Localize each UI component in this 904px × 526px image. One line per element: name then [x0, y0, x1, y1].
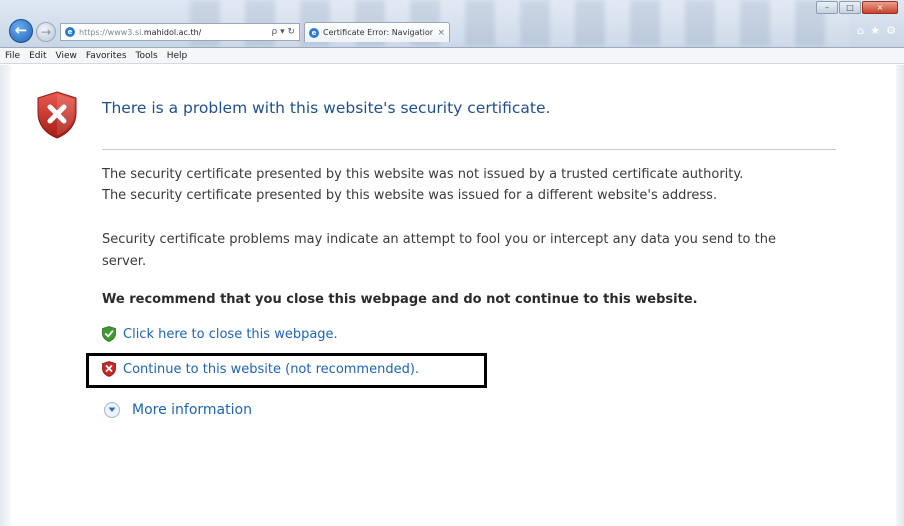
menu-edit[interactable]: Edit	[29, 51, 46, 61]
home-icon[interactable]: ⌂	[857, 24, 864, 37]
window-buttons: – □ ×	[816, 1, 898, 14]
menu-favorites[interactable]: Favorites	[86, 51, 127, 61]
highlight-box	[86, 353, 487, 388]
back-button[interactable]: ←	[9, 19, 33, 43]
close-webpage-link-text[interactable]: Click here to close this webpage.	[123, 327, 338, 342]
page-content: There is a problem with this website's s…	[0, 65, 904, 526]
settings-icon[interactable]: ⚙	[886, 24, 896, 37]
address-url-prefix: https://www3.si.	[79, 27, 144, 37]
tab-close-icon[interactable]: ×	[433, 28, 449, 38]
browser-chrome: ← → e https://www3.si. mahidol.ac.th/ ρ …	[0, 0, 904, 48]
left-frame	[0, 65, 11, 526]
recommendation-text: We recommend that you close this webpage…	[102, 292, 698, 307]
close-webpage-link[interactable]: Click here to close this webpage.	[102, 326, 338, 342]
maximize-button[interactable]: □	[839, 1, 861, 14]
address-url-domain: mahidol.ac.th/	[143, 27, 202, 37]
toolbar-icons: ⌂ ★ ⚙	[857, 24, 896, 37]
tab-title: Certificate Error: Navigation...	[323, 28, 434, 37]
tab-certificate-error[interactable]: e Certificate Error: Navigation... ×	[304, 22, 450, 42]
shield-check-icon	[102, 326, 116, 342]
close-window-button[interactable]: ×	[862, 1, 898, 14]
ie-page-icon: e	[65, 27, 75, 37]
chevron-down-icon[interactable]	[104, 402, 120, 418]
tab-ie-icon: e	[309, 27, 319, 38]
divider	[102, 149, 836, 150]
warning-text-risk: Security certificate problems may indica…	[102, 232, 776, 247]
right-frame	[896, 65, 904, 526]
menu-file[interactable]: File	[5, 51, 20, 61]
warning-text-untrusted: The security certificate presented by th…	[102, 167, 744, 182]
page-title: There is a problem with this website's s…	[102, 99, 551, 117]
minimize-button[interactable]: –	[816, 1, 838, 14]
menu-help[interactable]: Help	[167, 51, 188, 61]
favorites-icon[interactable]: ★	[870, 24, 880, 37]
menu-tools[interactable]: Tools	[136, 51, 158, 61]
shield-error-icon	[37, 91, 77, 139]
address-bar[interactable]: e https://www3.si. mahidol.ac.th/ ρ ▾ ↻	[60, 23, 300, 41]
address-search-refresh-icon[interactable]: ρ ▾ ↻	[272, 27, 300, 37]
more-information-toggle[interactable]: More information	[104, 402, 252, 418]
warning-text-mismatch: The security certificate presented by th…	[102, 188, 718, 203]
menu-view[interactable]: View	[56, 51, 77, 61]
more-information-label[interactable]: More information	[132, 402, 252, 418]
forward-button[interactable]: →	[36, 22, 56, 42]
menu-bar: File Edit View Favorites Tools Help	[0, 48, 904, 64]
warning-text-risk-continued: server.	[102, 254, 147, 269]
